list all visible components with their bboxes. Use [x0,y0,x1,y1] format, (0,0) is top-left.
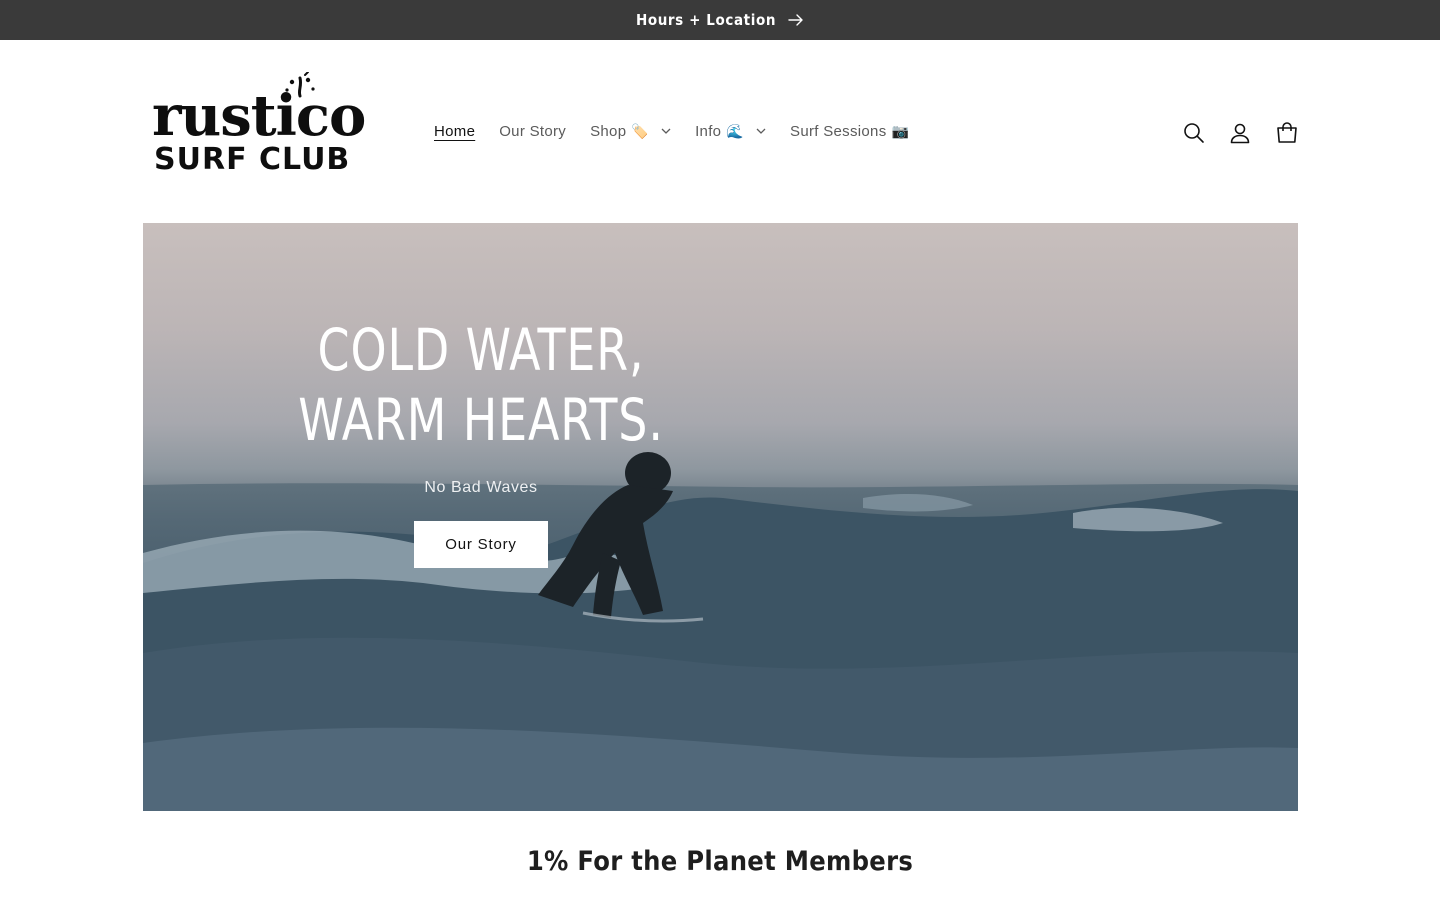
camera-icon: 📷 [891,122,910,139]
site-header: rustico SURF CLUB Home Our Story Shop 🏷️… [0,40,1440,223]
our-story-button[interactable]: Our Story [414,521,548,568]
nav-shop-label: Shop [590,122,627,140]
hero-banner: COLD WATER, WARM HEARTS. No Bad Waves Ou… [143,223,1298,811]
hero-title: COLD WATER, WARM HEARTS. [298,316,664,454]
nav-our-story-label: Our Story [499,122,567,140]
cart-icon[interactable] [1270,116,1304,150]
main-nav: Home Our Story Shop 🏷️ Info 🌊 Surf Sessi… [422,116,921,146]
hero-subtitle: No Bad Waves [424,479,538,496]
account-icon[interactable] [1223,116,1257,150]
arrow-right-icon [788,14,804,26]
hero-content: COLD WATER, WARM HEARTS. No Bad Waves Ou… [243,315,719,568]
site-logo[interactable]: rustico SURF CLUB [150,72,390,180]
nav-home[interactable]: Home [422,119,487,144]
tag-icon: 🏷️ [631,122,650,139]
nav-home-label: Home [434,122,476,140]
nav-info[interactable]: Info 🌊 [683,119,778,144]
chevron-down-icon [756,128,766,135]
nav-shop[interactable]: Shop 🏷️ [578,119,683,144]
nav-surf-sessions[interactable]: Surf Sessions 📷 [778,119,921,144]
nav-our-story[interactable]: Our Story [487,119,578,144]
announcement-bar[interactable]: Hours + Location [0,0,1440,40]
nav-surf-sessions-label: Surf Sessions [790,122,887,140]
chevron-down-icon [661,128,671,135]
logo-subtitle: SURF CLUB [154,142,351,177]
wave-icon: 🌊 [726,122,745,139]
search-icon[interactable] [1177,116,1211,150]
section-title: 1% For the Planet Members [526,846,914,877]
announcement-text: Hours + Location [635,11,777,29]
nav-info-label: Info [695,122,722,140]
